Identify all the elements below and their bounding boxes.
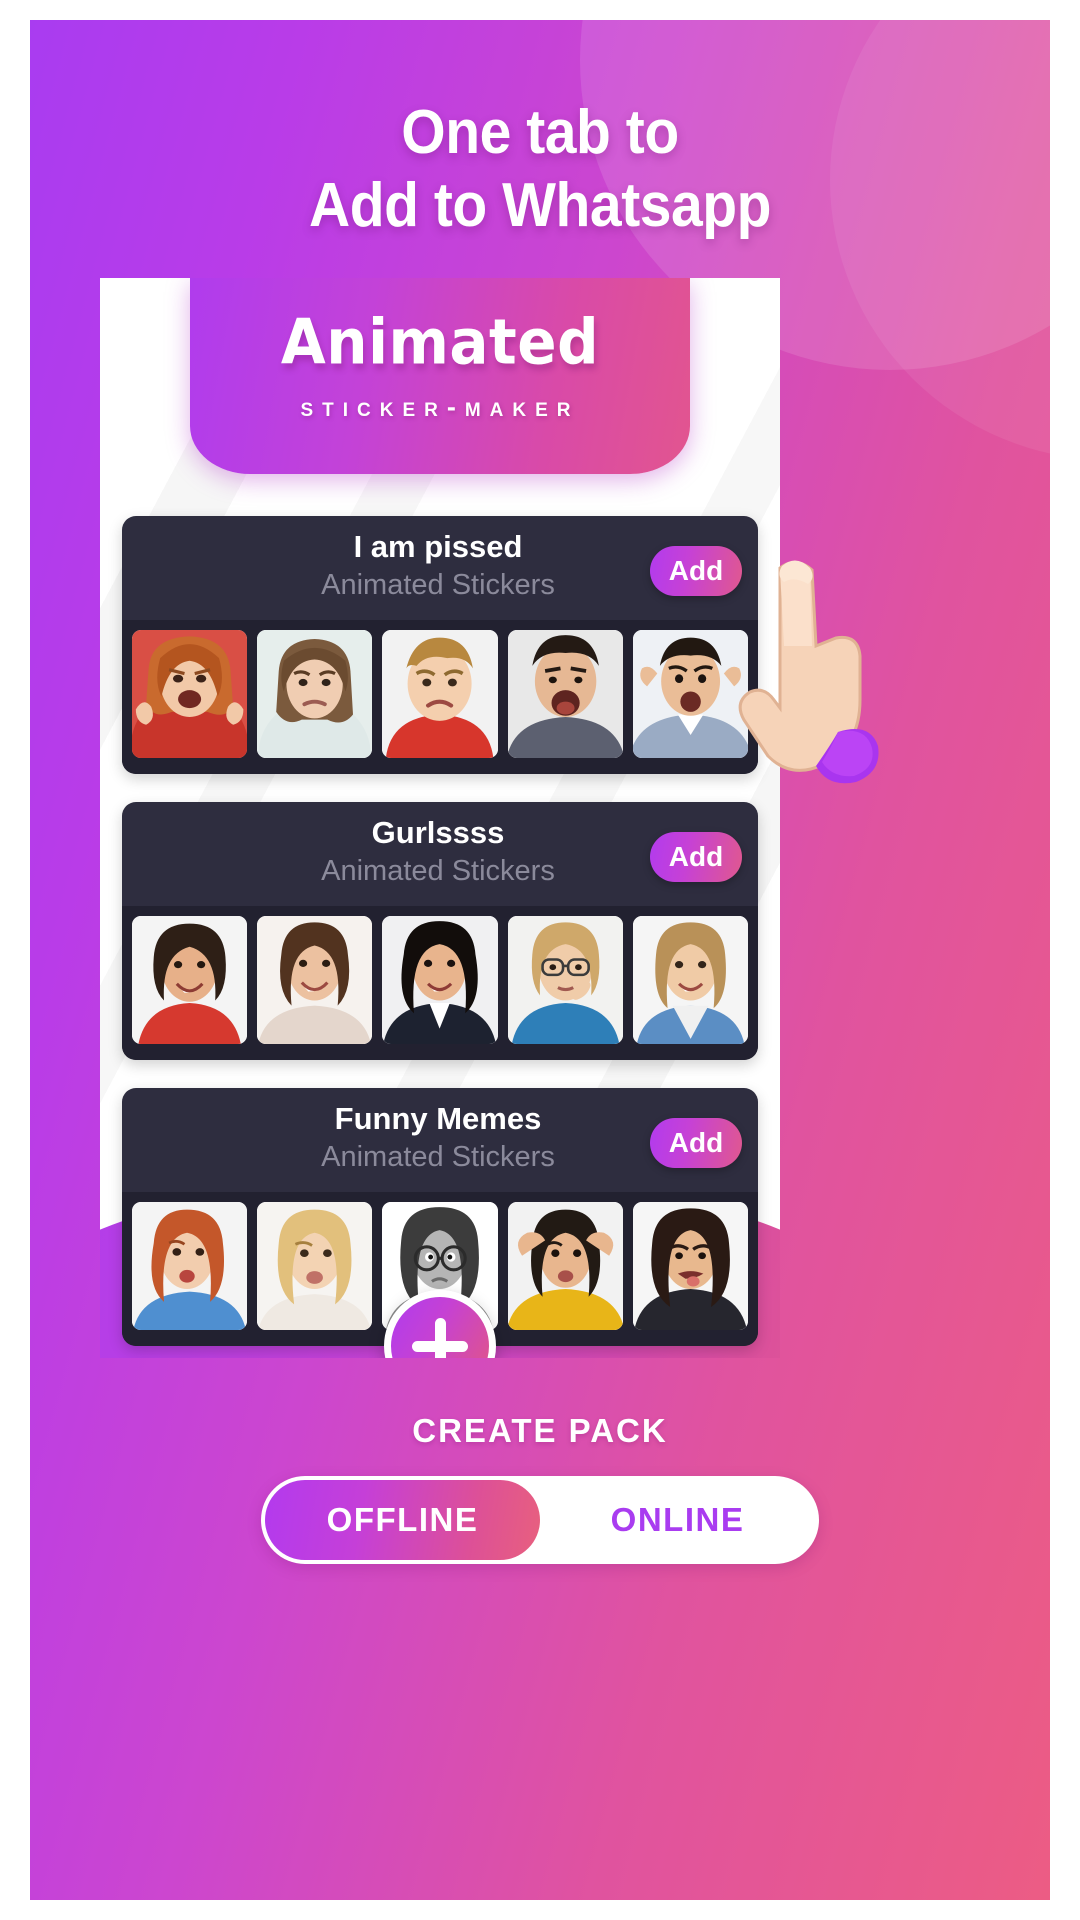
toggle-option-offline[interactable]: OFFLINE (265, 1480, 540, 1560)
pack-thumbnail-strip (122, 906, 758, 1060)
sticker-thumbnail[interactable] (632, 630, 749, 758)
sticker-thumbnail[interactable] (632, 1202, 749, 1330)
sticker-pack-list: I am pissed Animated Stickers Add Gurlss… (122, 516, 758, 1358)
add-pack-button[interactable]: Add (650, 1118, 742, 1168)
promo-screenshot: One tab to Add to Whatsapp Animated Stic… (0, 0, 1080, 1920)
logo-subtitle: Sticker-Maker (300, 392, 580, 422)
create-pack-label: CREATE PACK (412, 1412, 668, 1449)
sticker-thumbnail[interactable] (632, 916, 749, 1044)
plus-icon (434, 1318, 446, 1358)
logo-title: Animated (280, 305, 600, 379)
sticker-thumbnail[interactable] (507, 1202, 623, 1330)
app-screen: Animated Sticker-Maker I am pissed Anima… (100, 278, 780, 1358)
card-header: Funny Memes Animated Stickers Add (122, 1088, 758, 1192)
sticker-pack-card[interactable]: I am pissed Animated Stickers Add (122, 516, 758, 774)
sticker-thumbnail[interactable] (507, 916, 623, 1044)
sticker-thumbnail[interactable] (257, 916, 373, 1044)
sticker-pack-card[interactable]: Gurlssss Animated Stickers Add (122, 802, 758, 1060)
promo-background: One tab to Add to Whatsapp Animated Stic… (30, 20, 1050, 1900)
promo-headline: One tab to Add to Whatsapp (71, 96, 1009, 242)
toggle-option-online[interactable]: ONLINE (540, 1480, 815, 1560)
add-pack-button[interactable]: Add (650, 546, 742, 596)
headline-line-1: One tab to (401, 98, 679, 167)
app-logo-banner: Animated Sticker-Maker (190, 278, 690, 474)
sticker-thumbnail[interactable] (257, 630, 373, 758)
sticker-thumbnail[interactable] (132, 630, 248, 758)
card-header: Gurlssss Animated Stickers Add (122, 802, 758, 906)
headline-line-2: Add to Whatsapp (308, 171, 772, 241)
card-header: I am pissed Animated Stickers Add (122, 516, 758, 620)
sticker-thumbnail[interactable] (132, 916, 248, 1044)
pack-thumbnail-strip (122, 620, 758, 774)
sticker-thumbnail[interactable] (382, 916, 498, 1044)
add-pack-button[interactable]: Add (650, 832, 742, 882)
sticker-thumbnail[interactable] (507, 630, 623, 758)
sticker-thumbnail[interactable] (257, 1202, 373, 1330)
sticker-thumbnail[interactable] (132, 1202, 248, 1330)
mode-toggle[interactable]: OFFLINE ONLINE (261, 1476, 819, 1564)
sticker-thumbnail[interactable] (382, 630, 498, 758)
